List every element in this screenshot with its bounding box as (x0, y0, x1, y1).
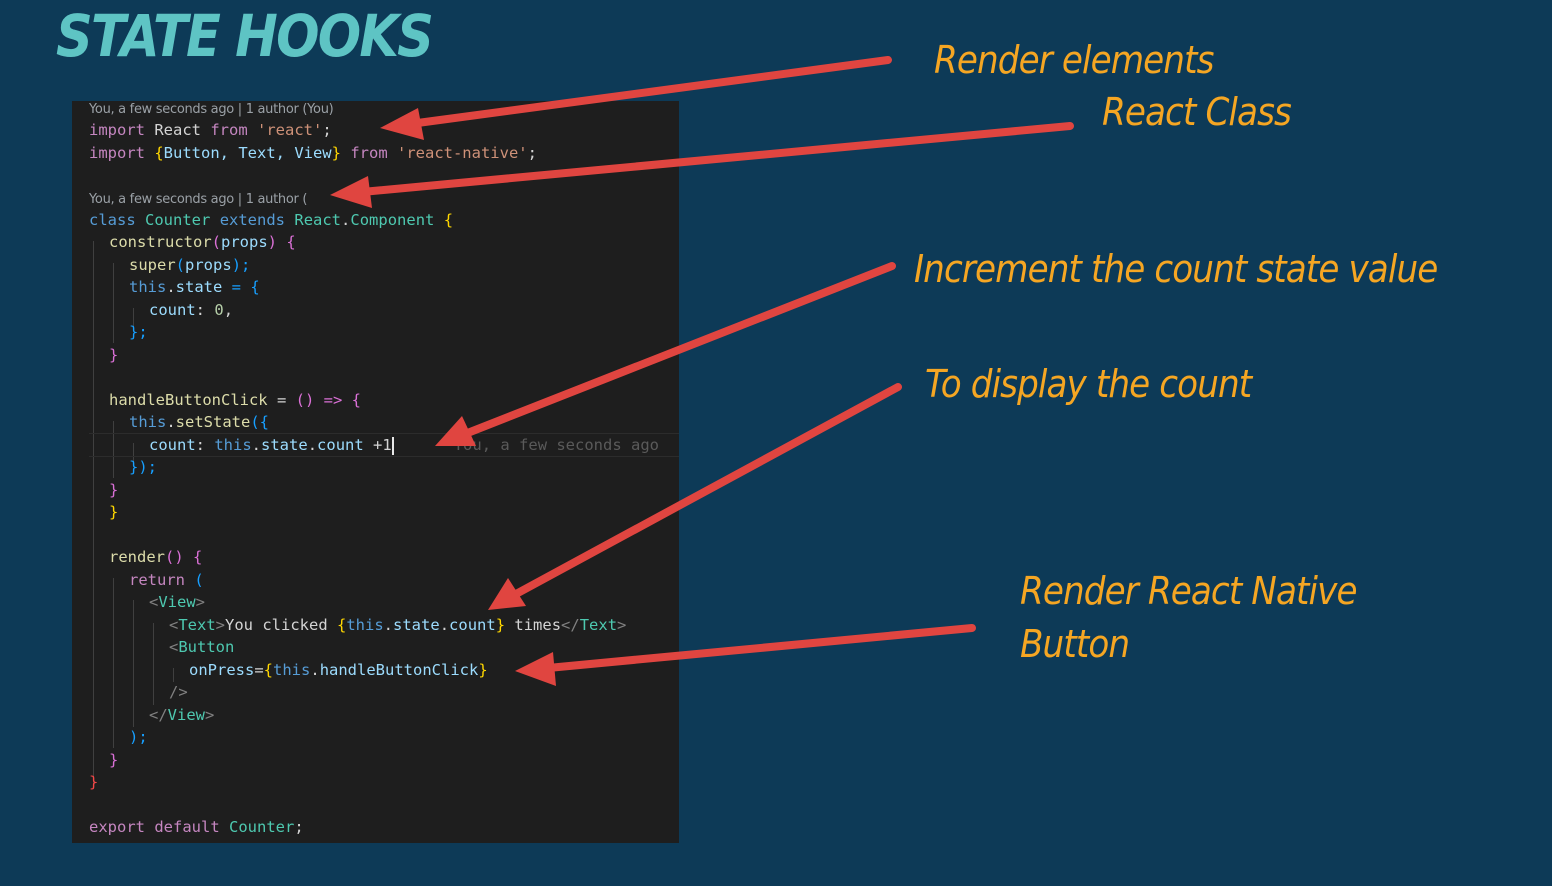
annotation-render-button-line1: Render React Native (1020, 569, 1358, 613)
annotation-increment: Increment the count state value (914, 247, 1438, 291)
annotation-arrows (330, 56, 1074, 686)
arrow-render-button (544, 624, 976, 672)
arrow-head (330, 176, 372, 208)
annotation-display-count: To display the count (925, 362, 1252, 406)
arrow-increment (461, 262, 896, 438)
annotation-render-button-line2: Button (1020, 622, 1130, 666)
arrow-head (380, 108, 424, 140)
arrow-display-count (512, 383, 902, 598)
annotation-render-elements: Render elements (934, 38, 1214, 82)
arrow-react-class (358, 122, 1074, 196)
arrow-render-elements (406, 56, 892, 128)
annotation-react-class: React Class (1102, 90, 1292, 134)
arrow-head (515, 652, 556, 686)
